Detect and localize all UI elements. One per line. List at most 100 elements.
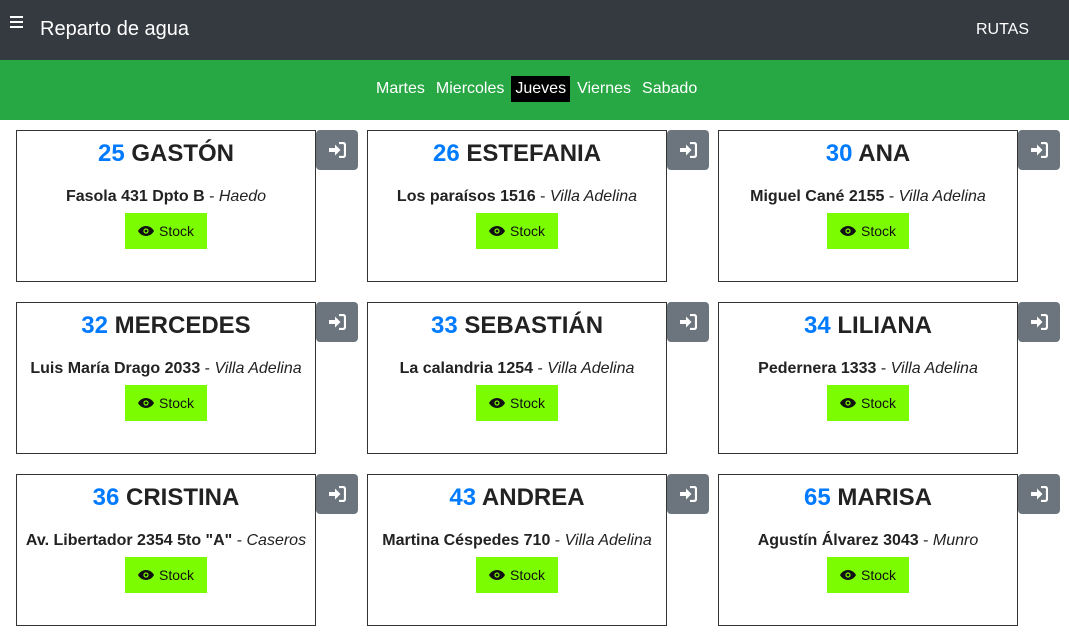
client-street: Av. Libertador 2354 5to "A" bbox=[25, 532, 233, 549]
sign-in-icon bbox=[329, 486, 346, 502]
client-title: 30 ANA bbox=[719, 140, 1017, 168]
client-title: 26 ESTEFANIA bbox=[368, 140, 666, 168]
client-city: Villa Adelina bbox=[547, 360, 635, 377]
tab-martes[interactable]: Martes bbox=[372, 76, 429, 102]
client-card: 36 CRISTINA Av. Libertador 2354 5to "A" -… bbox=[16, 474, 316, 626]
client-address: Martina Céspedes 710 - Villa Adelina bbox=[368, 532, 666, 550]
client-title: 33 SEBASTIÁN bbox=[368, 312, 666, 340]
stock-button[interactable]: Stock bbox=[827, 213, 909, 249]
eye-icon bbox=[488, 226, 505, 236]
client-street: Fasola 431 Dpto B bbox=[65, 188, 205, 205]
enter-client-button[interactable] bbox=[1018, 130, 1060, 170]
tab-sabado[interactable]: Sabado bbox=[638, 76, 701, 102]
client-name: CRISTINA bbox=[126, 484, 240, 511]
enter-client-button[interactable] bbox=[667, 474, 709, 514]
enter-client-button[interactable] bbox=[316, 474, 358, 514]
eye-icon bbox=[839, 570, 856, 580]
client-city: Haedo bbox=[218, 188, 267, 205]
enter-client-button[interactable] bbox=[1018, 302, 1060, 342]
client-name: MERCEDES bbox=[114, 312, 251, 339]
client-card: 26 ESTEFANIA Los paraísos 1516 - Villa Ad… bbox=[367, 130, 667, 282]
top-navbar: Reparto de agua RUTAS bbox=[0, 0, 1069, 60]
stock-button[interactable]: Stock bbox=[125, 385, 207, 421]
stock-button-label: Stock bbox=[158, 395, 194, 411]
sign-in-icon bbox=[329, 142, 346, 158]
client-name: LILIANA bbox=[837, 312, 933, 339]
client-street: La calandria 1254 bbox=[399, 360, 534, 377]
client-city: Villa Adelina bbox=[214, 360, 302, 377]
stock-button[interactable]: Stock bbox=[125, 557, 207, 593]
client-title: 43 ANDREA bbox=[368, 484, 666, 512]
stock-button[interactable]: Stock bbox=[125, 213, 207, 249]
stock-button[interactable]: Stock bbox=[827, 557, 909, 593]
client-address: Fasola 431 Dpto B - Haedo bbox=[17, 188, 315, 206]
sign-in-icon bbox=[680, 142, 697, 158]
address-separator: - bbox=[232, 532, 247, 549]
tab-jueves[interactable]: Jueves bbox=[511, 76, 571, 102]
tab-viernes[interactable]: Viernes bbox=[573, 76, 635, 102]
stock-button-label: Stock bbox=[158, 223, 194, 239]
eye-icon bbox=[839, 398, 856, 408]
client-city: Munro bbox=[932, 532, 979, 549]
hamburger-icon[interactable] bbox=[10, 16, 24, 30]
sign-in-icon bbox=[1031, 486, 1048, 502]
enter-client-button[interactable] bbox=[316, 302, 358, 342]
client-card: 43 ANDREA Martina Céspedes 710 - Villa Ad… bbox=[367, 474, 667, 626]
stock-button[interactable]: Stock bbox=[827, 385, 909, 421]
client-card: 34 LILIANA Pedernera 1333 - Villa Adelina… bbox=[718, 302, 1018, 454]
client-address: Av. Libertador 2354 5to "A" - Caseros bbox=[17, 532, 315, 550]
enter-client-button[interactable] bbox=[667, 302, 709, 342]
client-street: Martina Céspedes 710 bbox=[382, 532, 551, 549]
enter-client-button[interactable] bbox=[1018, 474, 1060, 514]
client-street: Miguel Cané 2155 bbox=[750, 188, 885, 205]
client-number: 36 bbox=[92, 484, 120, 511]
eye-icon bbox=[839, 226, 856, 236]
client-card: 33 SEBASTIÁN La calandria 1254 - Villa Ad… bbox=[367, 302, 667, 454]
client-address: Agustín Álvarez 3043 - Munro bbox=[719, 532, 1017, 550]
stock-button[interactable]: Stock bbox=[476, 385, 558, 421]
client-number: 26 bbox=[432, 140, 460, 167]
address-separator: - bbox=[876, 360, 891, 377]
client-address: Los paraísos 1516 - Villa Adelina bbox=[368, 188, 666, 206]
day-tabs-bar: Martes Miercoles Jueves Viernes Sabado bbox=[0, 60, 1069, 120]
address-separator: - bbox=[535, 188, 550, 205]
stock-button-label: Stock bbox=[509, 567, 545, 583]
client-city: Villa Adelina bbox=[549, 188, 638, 205]
sign-in-icon bbox=[1031, 314, 1048, 330]
client-city: Villa Adelina bbox=[564, 532, 652, 549]
client-number: 30 bbox=[825, 140, 853, 167]
client-title: 32 MERCEDES bbox=[17, 312, 315, 340]
client-number: 32 bbox=[81, 312, 108, 339]
stock-button[interactable]: Stock bbox=[476, 557, 558, 593]
client-city: Villa Adelina bbox=[898, 188, 986, 205]
eye-icon bbox=[137, 398, 154, 408]
tab-miercoles[interactable]: Miercoles bbox=[432, 76, 508, 102]
address-separator: - bbox=[918, 532, 933, 549]
client-street: Luis María Drago 2033 bbox=[30, 360, 201, 377]
client-number: 65 bbox=[803, 484, 831, 511]
app-title: Reparto de agua bbox=[40, 18, 190, 40]
client-number: 25 bbox=[97, 140, 125, 167]
enter-client-button[interactable] bbox=[316, 130, 358, 170]
address-separator: - bbox=[884, 188, 899, 205]
client-address: Luis María Drago 2033 - Villa Adelina bbox=[17, 360, 315, 378]
client-street: Los paraísos 1516 bbox=[396, 188, 536, 205]
stock-button-label: Stock bbox=[158, 567, 194, 583]
client-title: 36 CRISTINA bbox=[17, 484, 315, 512]
client-name: ESTEFANIA bbox=[466, 140, 602, 167]
client-title: 34 LILIANA bbox=[719, 312, 1017, 340]
stock-button[interactable]: Stock bbox=[476, 213, 558, 249]
stock-button-label: Stock bbox=[860, 395, 896, 411]
client-number: 33 bbox=[430, 312, 458, 339]
client-card: 65 MARISA Agustín Álvarez 3043 - Munro Sto… bbox=[718, 474, 1018, 626]
eye-icon bbox=[488, 398, 505, 408]
enter-client-button[interactable] bbox=[667, 130, 709, 170]
rutas-link[interactable]: RUTAS bbox=[976, 21, 1029, 39]
client-address: La calandria 1254 - Villa Adelina bbox=[368, 360, 666, 378]
sign-in-icon bbox=[329, 314, 346, 330]
client-street: Pedernera 1333 bbox=[758, 360, 877, 377]
client-address: Miguel Cané 2155 - Villa Adelina bbox=[719, 188, 1017, 206]
day-tabs: Martes Miercoles Jueves Viernes Sabado bbox=[372, 76, 701, 102]
client-name: GASTÓN bbox=[131, 140, 235, 167]
client-card: 25 GASTÓN Fasola 431 Dpto B - Haedo Stock bbox=[16, 130, 316, 282]
